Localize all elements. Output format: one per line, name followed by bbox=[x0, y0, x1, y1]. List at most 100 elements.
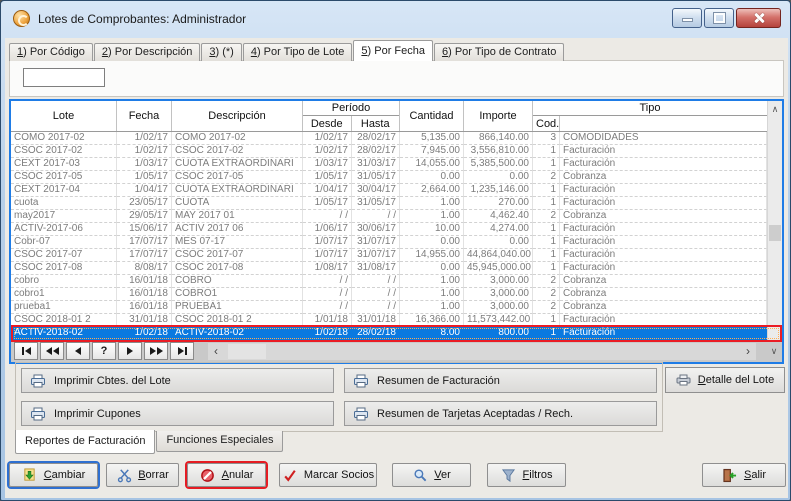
marcar-socios-label: Marcar Socios bbox=[304, 469, 374, 481]
borrar-button[interactable]: Borrar bbox=[106, 463, 179, 487]
nav-last-button[interactable] bbox=[170, 342, 194, 360]
cell-cod: 1 bbox=[533, 184, 560, 197]
scroll-left-icon[interactable]: ‹ bbox=[209, 344, 223, 359]
cell-fecha: 16/01/18 bbox=[117, 275, 172, 288]
cambiar-button[interactable]: Cambiar bbox=[9, 463, 98, 487]
cell-tipo: Facturación bbox=[560, 184, 767, 197]
fecha-filter-input[interactable] bbox=[23, 68, 105, 87]
marcar-socios-button[interactable]: Marcar Socios bbox=[279, 463, 377, 487]
top-tab-4[interactable]: 4) Por Tipo de Lote bbox=[243, 43, 353, 61]
bottom-tab-2[interactable]: Funciones Especiales bbox=[156, 431, 283, 452]
cell-tipo: Facturación bbox=[560, 145, 767, 158]
anular-button[interactable]: Anular bbox=[187, 463, 266, 487]
ver-button[interactable]: Ver bbox=[392, 463, 471, 487]
header-fecha[interactable]: Fecha bbox=[117, 101, 172, 131]
table-row[interactable]: CSOC 2017-088/08/17CSOC 2017-081/08/1731… bbox=[11, 262, 767, 275]
header-cantidad[interactable]: Cantidad bbox=[400, 101, 464, 131]
detalle-del-lote-button[interactable]: Detalle del Lote bbox=[665, 367, 785, 393]
top-tab-3[interactable]: 3) (*) bbox=[201, 43, 241, 61]
table-row[interactable]: CSOC 2018-01 231/01/18CSOC 2018-01 21/01… bbox=[11, 314, 767, 327]
salir-button[interactable]: Salir bbox=[702, 463, 786, 487]
table-row[interactable]: cobro116/01/18COBRO1/ // /1.003,000.002C… bbox=[11, 288, 767, 301]
table-row[interactable]: prueba116/01/18PRUEBA1/ // /1.003,000.00… bbox=[11, 301, 767, 314]
cell-desde: 1/04/17 bbox=[303, 184, 352, 197]
header-cod[interactable]: Cod. bbox=[533, 116, 560, 131]
top-tab-1[interactable]: 1) Por Código bbox=[9, 43, 93, 61]
cell-fecha: 31/01/18 bbox=[117, 314, 172, 327]
cell-descripcion: CUOTA EXTRAORDINARI bbox=[172, 158, 303, 171]
header-desde[interactable]: Desde bbox=[303, 116, 352, 131]
cell-cod: 2 bbox=[533, 301, 560, 314]
header-tipo-group: Tipo Cod. bbox=[533, 101, 767, 131]
printer-icon bbox=[353, 406, 369, 422]
top-tab-6[interactable]: 6) Por Tipo de Contrato bbox=[434, 43, 564, 61]
cell-descripcion: COBRO bbox=[172, 275, 303, 288]
header-hasta[interactable]: Hasta bbox=[352, 116, 400, 131]
close-icon bbox=[752, 12, 766, 24]
header-importe[interactable]: Importe bbox=[464, 101, 533, 131]
filtros-button[interactable]: Filtros bbox=[487, 463, 566, 487]
top-tab-5[interactable]: 5) Por Fecha bbox=[353, 40, 433, 61]
cell-fecha: 1/02/18 bbox=[117, 327, 172, 340]
cell-lote: CSOC 2017-07 bbox=[11, 249, 117, 262]
nav-prev-button[interactable] bbox=[66, 342, 90, 360]
cell-tipo: Cobranza bbox=[560, 301, 767, 314]
grid-header: Lote Fecha Descripción Período Desde Has… bbox=[11, 101, 767, 132]
scroll-right-icon[interactable]: › bbox=[741, 344, 755, 359]
scroll-down-icon[interactable]: ∨ bbox=[766, 342, 782, 360]
table-row[interactable]: cobro16/01/18COBRO/ // /1.003,000.002Cob… bbox=[11, 275, 767, 288]
cell-hasta: 31/01/18 bbox=[352, 314, 400, 327]
horizontal-scroll-thumb[interactable] bbox=[228, 344, 266, 359]
nav-arrow-icon bbox=[46, 347, 52, 355]
nav-forward-button[interactable] bbox=[144, 342, 168, 360]
cell-lote: cobro1 bbox=[11, 288, 117, 301]
table-row[interactable]: CSOC 2017-021/02/17CSOC 2017-021/02/1728… bbox=[11, 145, 767, 158]
cell-descripcion: COMO 2017-02 bbox=[172, 132, 303, 145]
cell-descripcion: CSOC 2017-07 bbox=[172, 249, 303, 262]
cell-tipo: Facturación bbox=[560, 327, 767, 340]
cell-desde: 1/02/17 bbox=[303, 132, 352, 145]
imprimir-cupones-button[interactable]: Imprimir Cupones bbox=[21, 401, 334, 426]
nav-rewind-button[interactable] bbox=[40, 342, 64, 360]
table-row[interactable]: CEXT 2017-041/04/17CUOTA EXTRAORDINARI1/… bbox=[11, 184, 767, 197]
table-row[interactable]: cuota23/05/17CUOTA1/05/1731/05/171.00270… bbox=[11, 197, 767, 210]
table-row[interactable]: may201729/05/17MAY 2017 01/ // /1.004,46… bbox=[11, 210, 767, 223]
cell-hasta: 31/08/17 bbox=[352, 262, 400, 275]
table-row[interactable]: COMO 2017-021/02/17COMO 2017-021/02/1728… bbox=[11, 132, 767, 145]
resumen-tarjetas-button[interactable]: Resumen de Tarjetas Aceptadas / Rech. bbox=[344, 401, 657, 426]
horizontal-scrollbar[interactable]: ‹ › bbox=[208, 343, 756, 360]
top-tab-2[interactable]: 2) Por Descripción bbox=[94, 43, 200, 61]
close-button[interactable] bbox=[736, 8, 781, 28]
nav-locate-button[interactable]: ? bbox=[92, 342, 116, 360]
scroll-up-icon[interactable]: ∧ bbox=[768, 101, 782, 117]
bottom-tab-1[interactable]: Reportes de Facturación bbox=[15, 430, 155, 454]
cell-fecha: 17/07/17 bbox=[117, 236, 172, 249]
minimize-button[interactable] bbox=[672, 8, 702, 28]
anular-label: Anular bbox=[222, 469, 254, 481]
cell-cod: 1 bbox=[533, 327, 560, 340]
cell-fecha: 1/02/17 bbox=[117, 132, 172, 145]
table-row[interactable]: Cobr-0717/07/17MES 07-171/07/1731/07/170… bbox=[11, 236, 767, 249]
cell-lote: may2017 bbox=[11, 210, 117, 223]
resumen-facturacion-button[interactable]: Resumen de Facturación bbox=[344, 368, 657, 393]
table-row[interactable]: ACTIV-2018-021/02/18ACTIV-2018-021/02/18… bbox=[11, 327, 767, 340]
cell-fecha: 1/04/17 bbox=[117, 184, 172, 197]
cell-desde: 1/07/17 bbox=[303, 236, 352, 249]
nav-next-button[interactable] bbox=[118, 342, 142, 360]
vertical-scrollbar[interactable]: ∧ bbox=[767, 101, 782, 340]
cell-importe: 45,945,000.00 bbox=[464, 262, 533, 275]
cell-desde: 1/02/18 bbox=[303, 327, 352, 340]
header-descripcion[interactable]: Descripción bbox=[172, 101, 303, 131]
nav-first-button[interactable] bbox=[14, 342, 38, 360]
header-tipo: Tipo bbox=[533, 101, 767, 116]
table-row[interactable]: CEXT 2017-031/03/17CUOTA EXTRAORDINARI1/… bbox=[11, 158, 767, 171]
vertical-scroll-thumb[interactable] bbox=[769, 225, 781, 241]
header-lote[interactable]: Lote bbox=[11, 101, 117, 131]
table-row[interactable]: ACTIV-2017-0615/06/17ACTIV 2017 061/06/1… bbox=[11, 223, 767, 236]
imprimir-cbtes-button[interactable]: Imprimir Cbtes. del Lote bbox=[21, 368, 334, 393]
maximize-button[interactable] bbox=[704, 8, 734, 28]
table-row[interactable]: CSOC 2017-0717/07/17CSOC 2017-071/07/173… bbox=[11, 249, 767, 262]
cell-importe: 866,140.00 bbox=[464, 132, 533, 145]
table-row[interactable]: CSOC 2017-051/05/17CSOC 2017-051/05/1731… bbox=[11, 171, 767, 184]
cell-descripcion: CSOC 2017-08 bbox=[172, 262, 303, 275]
